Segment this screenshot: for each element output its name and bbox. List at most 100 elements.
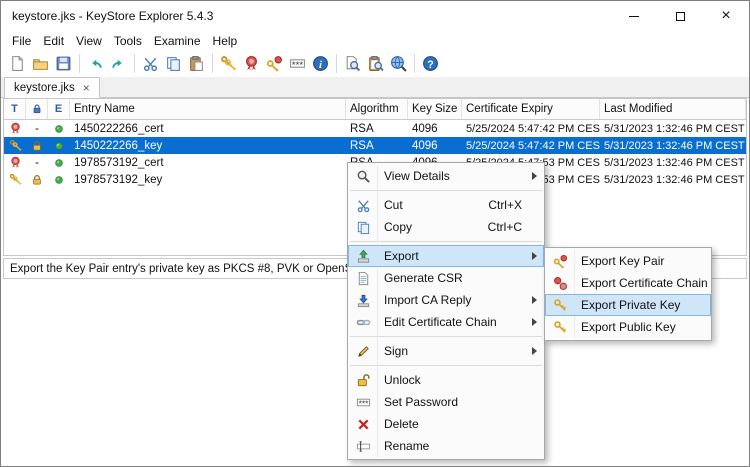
examine-clipboard-icon bbox=[367, 55, 384, 72]
open-keystore-button[interactable] bbox=[29, 52, 52, 75]
certificate-seal-icon bbox=[243, 55, 260, 72]
table-row[interactable]: - 1450222266_cert RSA 4096 5/25/2024 5:4… bbox=[4, 120, 746, 137]
undo-icon bbox=[87, 55, 104, 72]
submenu-item-export-public-key[interactable]: Export Public Key bbox=[545, 316, 711, 338]
menu-item-import-ca-reply[interactable]: Import CA Reply bbox=[348, 289, 544, 311]
entry-type-cell bbox=[4, 137, 26, 154]
certificate-icon bbox=[9, 122, 22, 135]
minimize-icon bbox=[629, 16, 639, 17]
cut-button[interactable] bbox=[139, 52, 162, 75]
examine-file-button[interactable] bbox=[341, 52, 364, 75]
save-keystore-button[interactable] bbox=[52, 52, 75, 75]
menu-item-cut[interactable]: Cut Ctrl+X bbox=[348, 194, 544, 216]
window-title: keystore.jks - KeyStore Explorer 5.4.3 bbox=[12, 9, 213, 23]
csr-document-icon bbox=[350, 271, 377, 286]
menu-item-view-details[interactable]: View Details bbox=[348, 165, 544, 187]
menu-help[interactable]: Help bbox=[207, 33, 244, 49]
menu-separator bbox=[350, 365, 542, 366]
new-keystore-button[interactable] bbox=[6, 52, 29, 75]
entry-type-cell bbox=[4, 171, 26, 188]
menu-item-sign[interactable]: Sign bbox=[348, 340, 544, 362]
examine-clipboard-button[interactable] bbox=[364, 52, 387, 75]
key-size-cell: 4096 bbox=[408, 120, 462, 137]
entry-type-cell bbox=[4, 120, 26, 137]
menu-item-rename[interactable]: Rename bbox=[348, 435, 544, 457]
lock-cell bbox=[26, 171, 48, 188]
toolbar-separator bbox=[212, 54, 213, 73]
certificate-icon bbox=[9, 156, 22, 169]
menu-view[interactable]: View bbox=[70, 33, 108, 49]
menu-file[interactable]: File bbox=[6, 33, 37, 49]
menu-item-generate-csr[interactable]: Generate CSR bbox=[348, 267, 544, 289]
key-pair-seal-icon bbox=[547, 254, 574, 269]
generate-key-pair-button[interactable] bbox=[217, 52, 240, 75]
header-last-modified[interactable]: Last Modified bbox=[600, 99, 746, 119]
pen-icon bbox=[350, 344, 377, 359]
open-folder-icon bbox=[32, 55, 49, 72]
submenu-arrow-icon bbox=[532, 252, 537, 260]
header-lock[interactable] bbox=[26, 99, 48, 119]
properties-button[interactable] bbox=[309, 52, 332, 75]
submenu-item-export-private-key[interactable]: Export Private Key bbox=[545, 294, 711, 316]
header-certificate-expiry[interactable]: Certificate Expiry bbox=[462, 99, 600, 119]
submenu-item-export-certificate-chain[interactable]: Export Certificate Chain bbox=[545, 272, 711, 294]
submenu-item-export-key-pair[interactable]: Export Key Pair bbox=[545, 250, 711, 272]
green-led-icon bbox=[53, 123, 65, 135]
paste-button[interactable] bbox=[185, 52, 208, 75]
copy-button[interactable] bbox=[162, 52, 185, 75]
header-algorithm[interactable]: Algorithm bbox=[346, 99, 408, 119]
lock-cell: - bbox=[26, 120, 48, 137]
examine-ssl-button[interactable] bbox=[387, 52, 410, 75]
tab-bar: keystore.jks × bbox=[1, 77, 749, 98]
import-key-pair-button[interactable] bbox=[263, 52, 286, 75]
scissors-icon bbox=[142, 55, 159, 72]
export-icon bbox=[350, 249, 377, 264]
redo-icon bbox=[110, 55, 127, 72]
submenu-arrow-icon bbox=[532, 347, 537, 355]
password-stars-icon bbox=[350, 395, 377, 410]
undo-button[interactable] bbox=[84, 52, 107, 75]
submenu-arrow-icon bbox=[532, 318, 537, 326]
toolbar-separator bbox=[134, 54, 135, 73]
menu-separator bbox=[350, 241, 542, 242]
menu-edit[interactable]: Edit bbox=[37, 33, 70, 49]
menu-item-unlock[interactable]: Unlock bbox=[348, 369, 544, 391]
menu-examine[interactable]: Examine bbox=[148, 33, 207, 49]
key-pair-icon bbox=[9, 173, 22, 186]
green-led-icon bbox=[53, 174, 65, 186]
last-modified-cell: 5/31/2023 1:32:46 PM CEST bbox=[600, 154, 746, 171]
menu-item-copy[interactable]: Copy Ctrl+C bbox=[348, 216, 544, 238]
expiry-status-cell bbox=[48, 137, 70, 154]
maximize-button[interactable] bbox=[657, 1, 703, 31]
header-entry-name[interactable]: Entry Name bbox=[70, 99, 346, 119]
close-icon: × bbox=[721, 8, 730, 24]
locked-icon bbox=[31, 140, 43, 152]
header-key-size[interactable]: Key Size bbox=[408, 99, 462, 119]
menu-item-export[interactable]: Export bbox=[348, 245, 544, 267]
header-expiry[interactable]: E bbox=[48, 99, 70, 119]
menu-item-edit-certificate-chain[interactable]: Edit Certificate Chain bbox=[348, 311, 544, 333]
import-icon bbox=[350, 293, 377, 308]
copy-icon bbox=[350, 220, 377, 235]
entry-name-cell: 1450222266_cert bbox=[70, 120, 346, 137]
menu-tools[interactable]: Tools bbox=[108, 33, 148, 49]
tab-keystore-jks[interactable]: keystore.jks × bbox=[4, 77, 100, 98]
title-bar[interactable]: keystore.jks - KeyStore Explorer 5.4.3 × bbox=[1, 1, 749, 31]
minimize-button[interactable] bbox=[611, 1, 657, 31]
header-type[interactable]: T bbox=[4, 99, 26, 119]
close-button[interactable]: × bbox=[703, 1, 749, 31]
menu-item-set-password[interactable]: Set Password bbox=[348, 391, 544, 413]
redo-button[interactable] bbox=[107, 52, 130, 75]
gold-key-icon bbox=[547, 298, 574, 313]
menu-separator bbox=[350, 336, 542, 337]
help-button[interactable] bbox=[419, 52, 442, 75]
keystore-explorer-window: keystore.jks - KeyStore Explorer 5.4.3 ×… bbox=[0, 0, 750, 467]
last-modified-cell: 5/31/2023 1:32:46 PM CEST bbox=[600, 171, 746, 188]
import-trusted-certificate-button[interactable] bbox=[240, 52, 263, 75]
expiry-status-cell bbox=[48, 120, 70, 137]
tab-close-icon[interactable]: × bbox=[83, 82, 90, 94]
set-password-button[interactable] bbox=[286, 52, 309, 75]
menu-item-delete[interactable]: Delete bbox=[348, 413, 544, 435]
entry-name-cell: 1978573192_cert bbox=[70, 154, 346, 171]
table-row-selected[interactable]: 1450222266_key RSA 4096 5/25/2024 5:47:4… bbox=[4, 137, 746, 154]
